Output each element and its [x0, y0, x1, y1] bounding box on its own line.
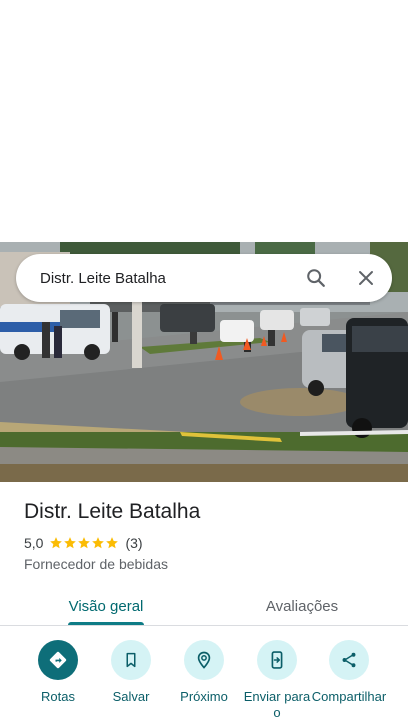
rating-stars	[49, 536, 119, 550]
tab-reviews[interactable]: Avaliações	[252, 586, 352, 626]
search-input[interactable]: Distr. Leite Batalha	[40, 270, 296, 287]
tab-overview[interactable]: Visão geral	[62, 586, 150, 626]
save-button[interactable]: Salvar	[93, 640, 169, 705]
save-circle[interactable]	[111, 640, 151, 680]
star-icon	[50, 537, 63, 549]
share-label: Compartilhar	[311, 689, 387, 704]
tab-overview-label: Visão geral	[68, 597, 144, 615]
save-label: Salvar	[112, 689, 150, 704]
place-title: Distr. Leite Batalha	[24, 500, 201, 523]
nearby-button[interactable]: Próximo	[166, 640, 242, 705]
review-count: (3)	[125, 535, 143, 551]
bookmark-icon	[126, 652, 136, 668]
directions-icon	[49, 651, 67, 669]
star-icon	[64, 537, 77, 549]
share-circle[interactable]	[329, 640, 369, 680]
send-to-phone-icon	[271, 651, 283, 669]
nearby-icon	[197, 651, 211, 669]
send-to-phone-circle[interactable]	[257, 640, 297, 680]
place-page: Distr. Leite Batalha Distr. Leite Batalh…	[0, 0, 408, 724]
send-to-phone-label: Enviar para o	[243, 689, 311, 720]
share-button[interactable]: Compartilhar	[311, 640, 387, 705]
nearby-circle[interactable]	[184, 640, 224, 680]
directions-button[interactable]: Rotas	[20, 640, 96, 705]
tab-reviews-label: Avaliações	[265, 597, 339, 615]
action-row: Rotas Salvar Próximo Enviar para o Compa…	[0, 640, 408, 724]
search-icon[interactable]	[296, 258, 336, 298]
search-bar[interactable]: Distr. Leite Batalha	[16, 254, 392, 302]
rating-value: 5,0	[24, 535, 44, 551]
share-icon	[342, 652, 356, 668]
place-category: Fornecedor de bebidas	[24, 556, 168, 572]
rating-row[interactable]: 5,0 (3)	[24, 535, 143, 551]
star-icon	[106, 537, 119, 549]
tab-bar: Visão geral Avaliações	[0, 586, 408, 626]
send-to-phone-button[interactable]: Enviar para o	[239, 640, 315, 721]
nearby-label: Próximo	[180, 689, 228, 704]
star-icon	[92, 537, 105, 549]
directions-label: Rotas	[41, 689, 75, 704]
close-icon[interactable]	[346, 258, 386, 298]
star-icon	[78, 537, 91, 549]
tab-selected-indicator	[68, 622, 144, 625]
directions-circle[interactable]	[38, 640, 78, 680]
